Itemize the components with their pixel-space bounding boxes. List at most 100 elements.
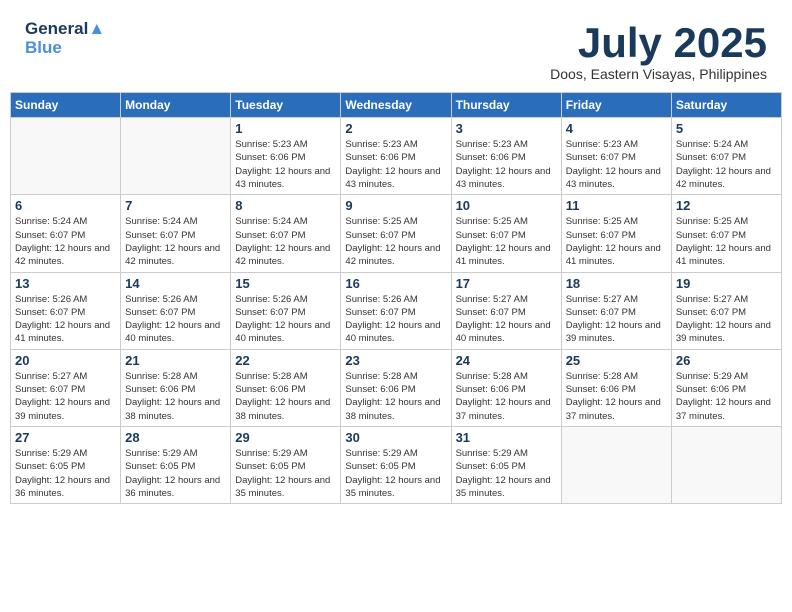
day-number: 25 bbox=[566, 353, 667, 368]
day-number: 18 bbox=[566, 276, 667, 291]
sunrise-text: Sunrise: 5:23 AM bbox=[235, 138, 336, 151]
day-number: 27 bbox=[15, 430, 116, 445]
title-section: July 2025 Doos, Eastern Visayas, Philipp… bbox=[550, 20, 767, 82]
calendar-week-4: 20Sunrise: 5:27 AMSunset: 6:07 PMDayligh… bbox=[11, 349, 782, 426]
day-info: Sunrise: 5:24 AMSunset: 6:07 PMDaylight:… bbox=[676, 138, 777, 191]
sunrise-text: Sunrise: 5:28 AM bbox=[235, 370, 336, 383]
day-number: 24 bbox=[456, 353, 557, 368]
sunset-text: Sunset: 6:07 PM bbox=[125, 306, 226, 319]
sunset-text: Sunset: 6:05 PM bbox=[235, 460, 336, 473]
daylight-text: Daylight: 12 hours and 40 minutes. bbox=[345, 319, 446, 346]
day-info: Sunrise: 5:26 AMSunset: 6:07 PMDaylight:… bbox=[15, 293, 116, 346]
sunrise-text: Sunrise: 5:26 AM bbox=[15, 293, 116, 306]
daylight-text: Daylight: 12 hours and 37 minutes. bbox=[456, 396, 557, 423]
sunset-text: Sunset: 6:07 PM bbox=[676, 229, 777, 242]
day-info: Sunrise: 5:29 AMSunset: 6:05 PMDaylight:… bbox=[15, 447, 116, 500]
daylight-text: Daylight: 12 hours and 38 minutes. bbox=[125, 396, 226, 423]
day-number: 9 bbox=[345, 198, 446, 213]
day-info: Sunrise: 5:26 AMSunset: 6:07 PMDaylight:… bbox=[125, 293, 226, 346]
daylight-text: Daylight: 12 hours and 38 minutes. bbox=[345, 396, 446, 423]
day-info: Sunrise: 5:23 AMSunset: 6:06 PMDaylight:… bbox=[345, 138, 446, 191]
daylight-text: Daylight: 12 hours and 40 minutes. bbox=[456, 319, 557, 346]
sunrise-text: Sunrise: 5:28 AM bbox=[345, 370, 446, 383]
calendar-cell: 20 Sunrise: 5:27 AMSunset: 6:07 PMDayligh… bbox=[11, 349, 121, 426]
day-number: 5 bbox=[676, 121, 777, 136]
daylight-text: Daylight: 12 hours and 37 minutes. bbox=[566, 396, 667, 423]
calendar-cell: 1Sunrise: 5:23 AMSunset: 6:06 PMDaylight… bbox=[231, 118, 341, 195]
sunset-text: Sunset: 6:05 PM bbox=[15, 460, 116, 473]
day-number: 14 bbox=[125, 276, 226, 291]
daylight-text: Daylight: 12 hours and 42 minutes. bbox=[15, 242, 116, 269]
sunset-text: Sunset: 6:07 PM bbox=[235, 229, 336, 242]
daylight-text: Daylight: 12 hours and 41 minutes. bbox=[15, 319, 116, 346]
calendar-cell bbox=[671, 426, 781, 503]
daylight-text: Daylight: 12 hours and 35 minutes. bbox=[235, 474, 336, 501]
day-number: 21 bbox=[125, 353, 226, 368]
sunset-text: Sunset: 6:07 PM bbox=[345, 229, 446, 242]
sunset-text: Sunset: 6:06 PM bbox=[566, 383, 667, 396]
calendar-cell: 26Sunrise: 5:29 AMSunset: 6:06 PMDayligh… bbox=[671, 349, 781, 426]
sunrise-text: Sunrise: 5:28 AM bbox=[456, 370, 557, 383]
calendar-cell bbox=[561, 426, 671, 503]
weekday-header-monday: Monday bbox=[121, 93, 231, 118]
daylight-text: Daylight: 12 hours and 40 minutes. bbox=[125, 319, 226, 346]
day-number: 29 bbox=[235, 430, 336, 445]
daylight-text: Daylight: 12 hours and 42 minutes. bbox=[235, 242, 336, 269]
calendar-cell: 5 Sunrise: 5:24 AMSunset: 6:07 PMDaylight… bbox=[671, 118, 781, 195]
sunset-text: Sunset: 6:06 PM bbox=[235, 383, 336, 396]
calendar-week-2: 6Sunrise: 5:24 AMSunset: 6:07 PMDaylight… bbox=[11, 195, 782, 272]
sunset-text: Sunset: 6:07 PM bbox=[676, 306, 777, 319]
sunrise-text: Sunrise: 5:29 AM bbox=[456, 447, 557, 460]
day-info: Sunrise: 5:27 AMSunset: 6:07 PMDaylight:… bbox=[456, 293, 557, 346]
sunset-text: Sunset: 6:06 PM bbox=[235, 151, 336, 164]
location-subtitle: Doos, Eastern Visayas, Philippines bbox=[550, 66, 767, 82]
calendar-cell: 27 Sunrise: 5:29 AMSunset: 6:05 PMDayligh… bbox=[11, 426, 121, 503]
day-info: Sunrise: 5:29 AMSunset: 6:06 PMDaylight:… bbox=[676, 370, 777, 423]
sunset-text: Sunset: 6:07 PM bbox=[566, 306, 667, 319]
sunset-text: Sunset: 6:07 PM bbox=[235, 306, 336, 319]
calendar-cell bbox=[11, 118, 121, 195]
sunset-text: Sunset: 6:05 PM bbox=[345, 460, 446, 473]
day-info: Sunrise: 5:24 AMSunset: 6:07 PMDaylight:… bbox=[15, 215, 116, 268]
calendar-cell: 11Sunrise: 5:25 AMSunset: 6:07 PMDayligh… bbox=[561, 195, 671, 272]
calendar-cell: 31Sunrise: 5:29 AMSunset: 6:05 PMDayligh… bbox=[451, 426, 561, 503]
sunset-text: Sunset: 6:07 PM bbox=[15, 229, 116, 242]
sunset-text: Sunset: 6:06 PM bbox=[345, 383, 446, 396]
day-info: Sunrise: 5:28 AMSunset: 6:06 PMDaylight:… bbox=[456, 370, 557, 423]
day-info: Sunrise: 5:28 AMSunset: 6:06 PMDaylight:… bbox=[125, 370, 226, 423]
sunrise-text: Sunrise: 5:27 AM bbox=[456, 293, 557, 306]
day-number: 17 bbox=[456, 276, 557, 291]
calendar-cell: 12Sunrise: 5:25 AMSunset: 6:07 PMDayligh… bbox=[671, 195, 781, 272]
logo: General▲ Blue bbox=[25, 20, 105, 57]
sunset-text: Sunset: 6:07 PM bbox=[566, 229, 667, 242]
daylight-text: Daylight: 12 hours and 42 minutes. bbox=[345, 242, 446, 269]
sunset-text: Sunset: 6:07 PM bbox=[15, 383, 116, 396]
calendar-cell: 10Sunrise: 5:25 AMSunset: 6:07 PMDayligh… bbox=[451, 195, 561, 272]
calendar-cell: 29Sunrise: 5:29 AMSunset: 6:05 PMDayligh… bbox=[231, 426, 341, 503]
daylight-text: Daylight: 12 hours and 39 minutes. bbox=[15, 396, 116, 423]
daylight-text: Daylight: 12 hours and 43 minutes. bbox=[345, 165, 446, 192]
day-info: Sunrise: 5:25 AMSunset: 6:07 PMDaylight:… bbox=[566, 215, 667, 268]
sunrise-text: Sunrise: 5:29 AM bbox=[345, 447, 446, 460]
sunset-text: Sunset: 6:07 PM bbox=[456, 229, 557, 242]
day-info: Sunrise: 5:24 AMSunset: 6:07 PMDaylight:… bbox=[125, 215, 226, 268]
day-info: Sunrise: 5:29 AMSunset: 6:05 PMDaylight:… bbox=[456, 447, 557, 500]
sunrise-text: Sunrise: 5:27 AM bbox=[15, 370, 116, 383]
sunrise-text: Sunrise: 5:28 AM bbox=[566, 370, 667, 383]
sunrise-text: Sunrise: 5:24 AM bbox=[15, 215, 116, 228]
day-number: 20 bbox=[15, 353, 116, 368]
day-info: Sunrise: 5:23 AMSunset: 6:06 PMDaylight:… bbox=[235, 138, 336, 191]
day-info: Sunrise: 5:27 AMSunset: 6:07 PMDaylight:… bbox=[15, 370, 116, 423]
calendar-cell: 17 Sunrise: 5:27 AMSunset: 6:07 PMDayligh… bbox=[451, 272, 561, 349]
sunset-text: Sunset: 6:05 PM bbox=[125, 460, 226, 473]
day-number: 22 bbox=[235, 353, 336, 368]
day-info: Sunrise: 5:26 AMSunset: 6:07 PMDaylight:… bbox=[235, 293, 336, 346]
day-info: Sunrise: 5:26 AMSunset: 6:07 PMDaylight:… bbox=[345, 293, 446, 346]
calendar-cell bbox=[121, 118, 231, 195]
sunrise-text: Sunrise: 5:24 AM bbox=[125, 215, 226, 228]
sunrise-text: Sunrise: 5:23 AM bbox=[345, 138, 446, 151]
daylight-text: Daylight: 12 hours and 35 minutes. bbox=[456, 474, 557, 501]
sunrise-text: Sunrise: 5:28 AM bbox=[125, 370, 226, 383]
day-info: Sunrise: 5:24 AMSunset: 6:07 PMDaylight:… bbox=[235, 215, 336, 268]
weekday-header-tuesday: Tuesday bbox=[231, 93, 341, 118]
